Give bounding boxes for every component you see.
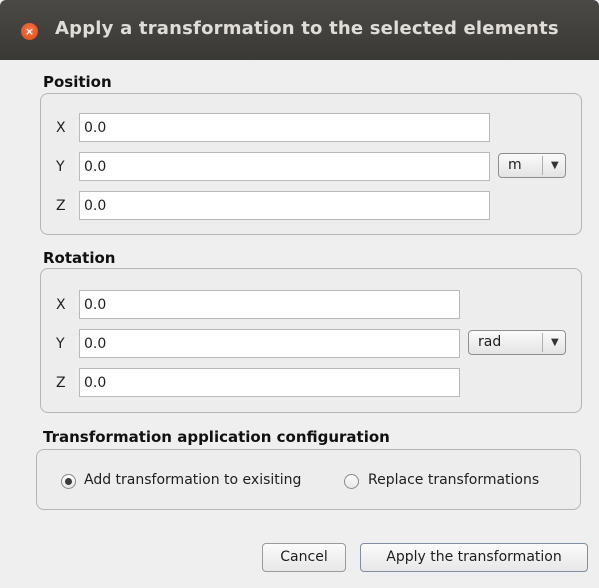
rotation-x-input[interactable] (79, 290, 460, 319)
position-z-input[interactable] (79, 191, 490, 220)
position-x-label: X (56, 120, 66, 136)
position-y-input[interactable] (79, 152, 490, 181)
rotation-unit-value: rad (478, 334, 502, 350)
rotation-unit-dropdown[interactable]: rad ▼ (468, 330, 566, 355)
add-transformation-label[interactable]: Add transformation to exisiting (84, 472, 301, 488)
rotation-y-label: Y (56, 336, 65, 352)
position-unit-dropdown[interactable]: m ▼ (498, 153, 566, 178)
position-y-label: Y (56, 159, 65, 175)
chevron-down-icon: ▼ (551, 160, 559, 171)
position-title: Position (43, 73, 112, 91)
position-x-input[interactable] (79, 113, 490, 142)
window-title: Apply a transformation to the selected e… (55, 18, 559, 39)
rotation-group: X Y Z rad ▼ (40, 268, 582, 413)
rotation-z-label: Z (56, 375, 66, 391)
cancel-button[interactable]: Cancel (262, 543, 346, 572)
dropdown-separator (542, 333, 543, 352)
replace-transformations-label[interactable]: Replace transformations (368, 472, 539, 488)
dropdown-separator (542, 156, 543, 175)
position-unit-value: m (508, 157, 522, 173)
chevron-down-icon: ▼ (551, 337, 559, 348)
rotation-y-input[interactable] (79, 329, 460, 358)
rotation-z-input[interactable] (79, 368, 460, 397)
rotation-x-label: X (56, 297, 66, 313)
title-bar: × Apply a transformation to the selected… (0, 0, 599, 60)
replace-transformations-radio[interactable] (344, 474, 359, 489)
config-title: Transformation application configuration (43, 428, 390, 446)
position-group: X Y Z m ▼ (40, 93, 582, 235)
add-transformation-radio[interactable] (61, 474, 76, 489)
rotation-title: Rotation (43, 249, 116, 267)
position-z-label: Z (56, 198, 66, 214)
apply-button[interactable]: Apply the transformation (360, 543, 588, 572)
close-icon[interactable]: × (21, 23, 38, 40)
